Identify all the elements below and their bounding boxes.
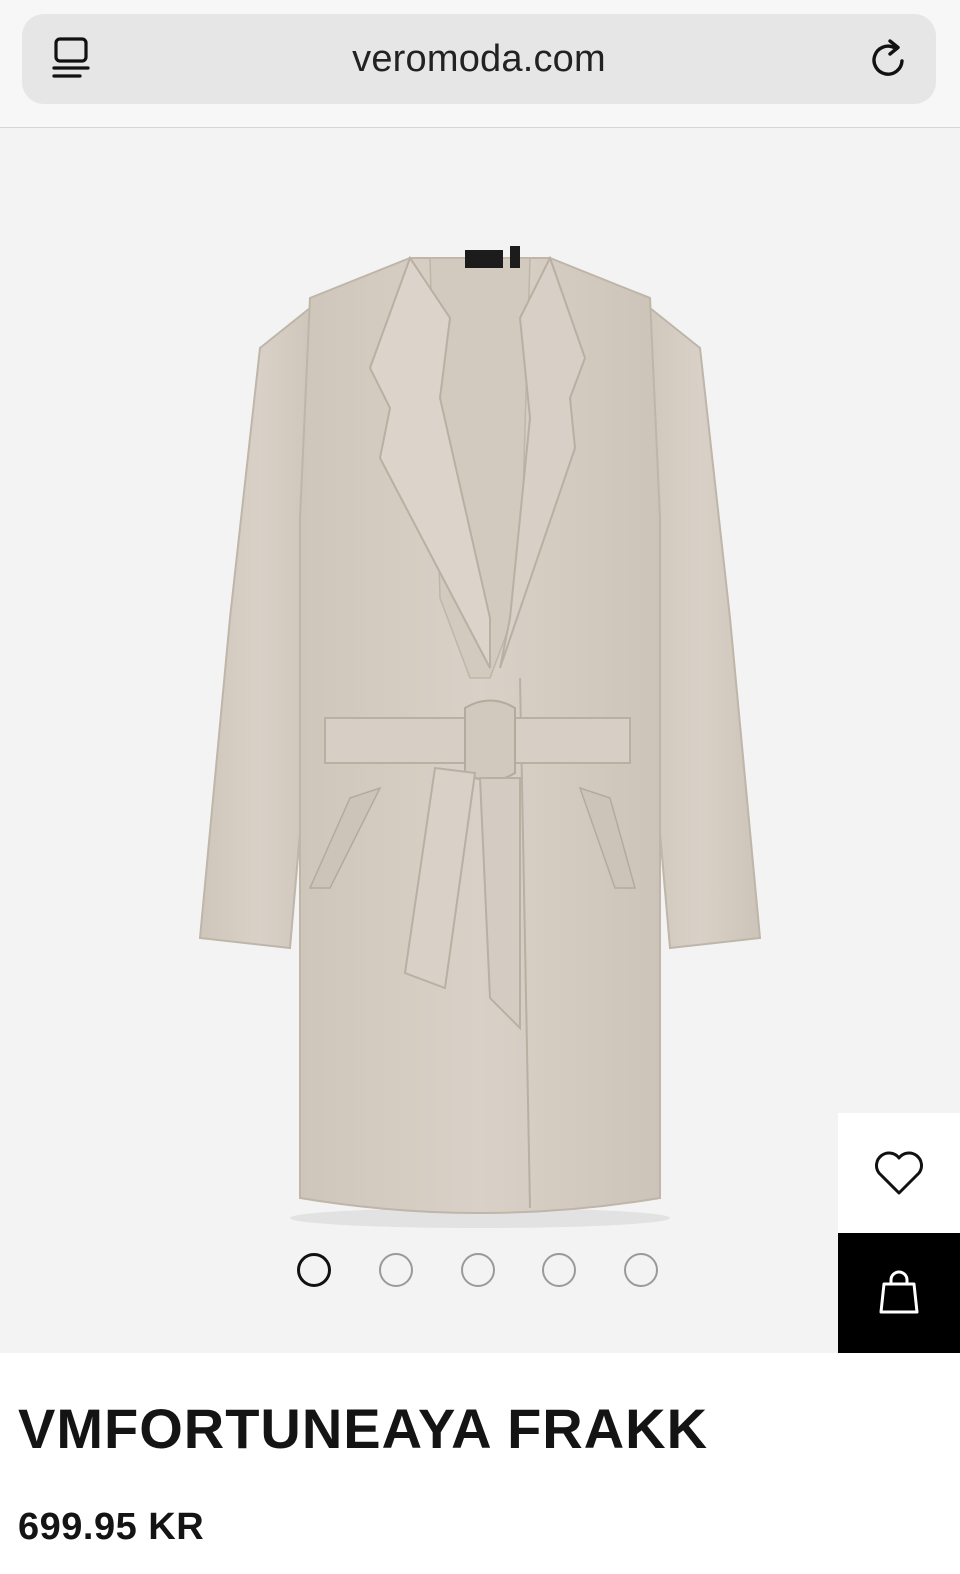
tabs-icon <box>52 37 90 78</box>
gallery-dot-2[interactable] <box>379 1253 413 1287</box>
browser-toolbar: veromoda.com <box>0 0 960 128</box>
shopping-bag-icon <box>879 1270 919 1314</box>
product-gallery[interactable] <box>0 128 960 1353</box>
gallery-dot-3[interactable] <box>461 1253 495 1287</box>
tabs-button[interactable] <box>44 30 100 88</box>
url-text[interactable]: veromoda.com <box>182 14 776 104</box>
heart-icon <box>875 1151 923 1195</box>
gallery-dot-5[interactable] <box>624 1253 658 1287</box>
gallery-dot-1[interactable] <box>297 1253 331 1287</box>
reload-button[interactable] <box>862 30 918 88</box>
product-image[interactable] <box>190 198 770 1238</box>
add-to-bag-button[interactable] <box>838 1233 960 1353</box>
product-price: 699.95 KR <box>18 1506 205 1548</box>
gallery-dot-4[interactable] <box>542 1253 576 1287</box>
gallery-pagination <box>0 1253 960 1293</box>
add-to-wishlist-button[interactable] <box>838 1113 960 1233</box>
address-bar[interactable]: veromoda.com <box>22 14 936 104</box>
product-title: VMFORTUNEAYA FRAKK <box>18 1397 709 1460</box>
reload-icon <box>872 39 904 76</box>
